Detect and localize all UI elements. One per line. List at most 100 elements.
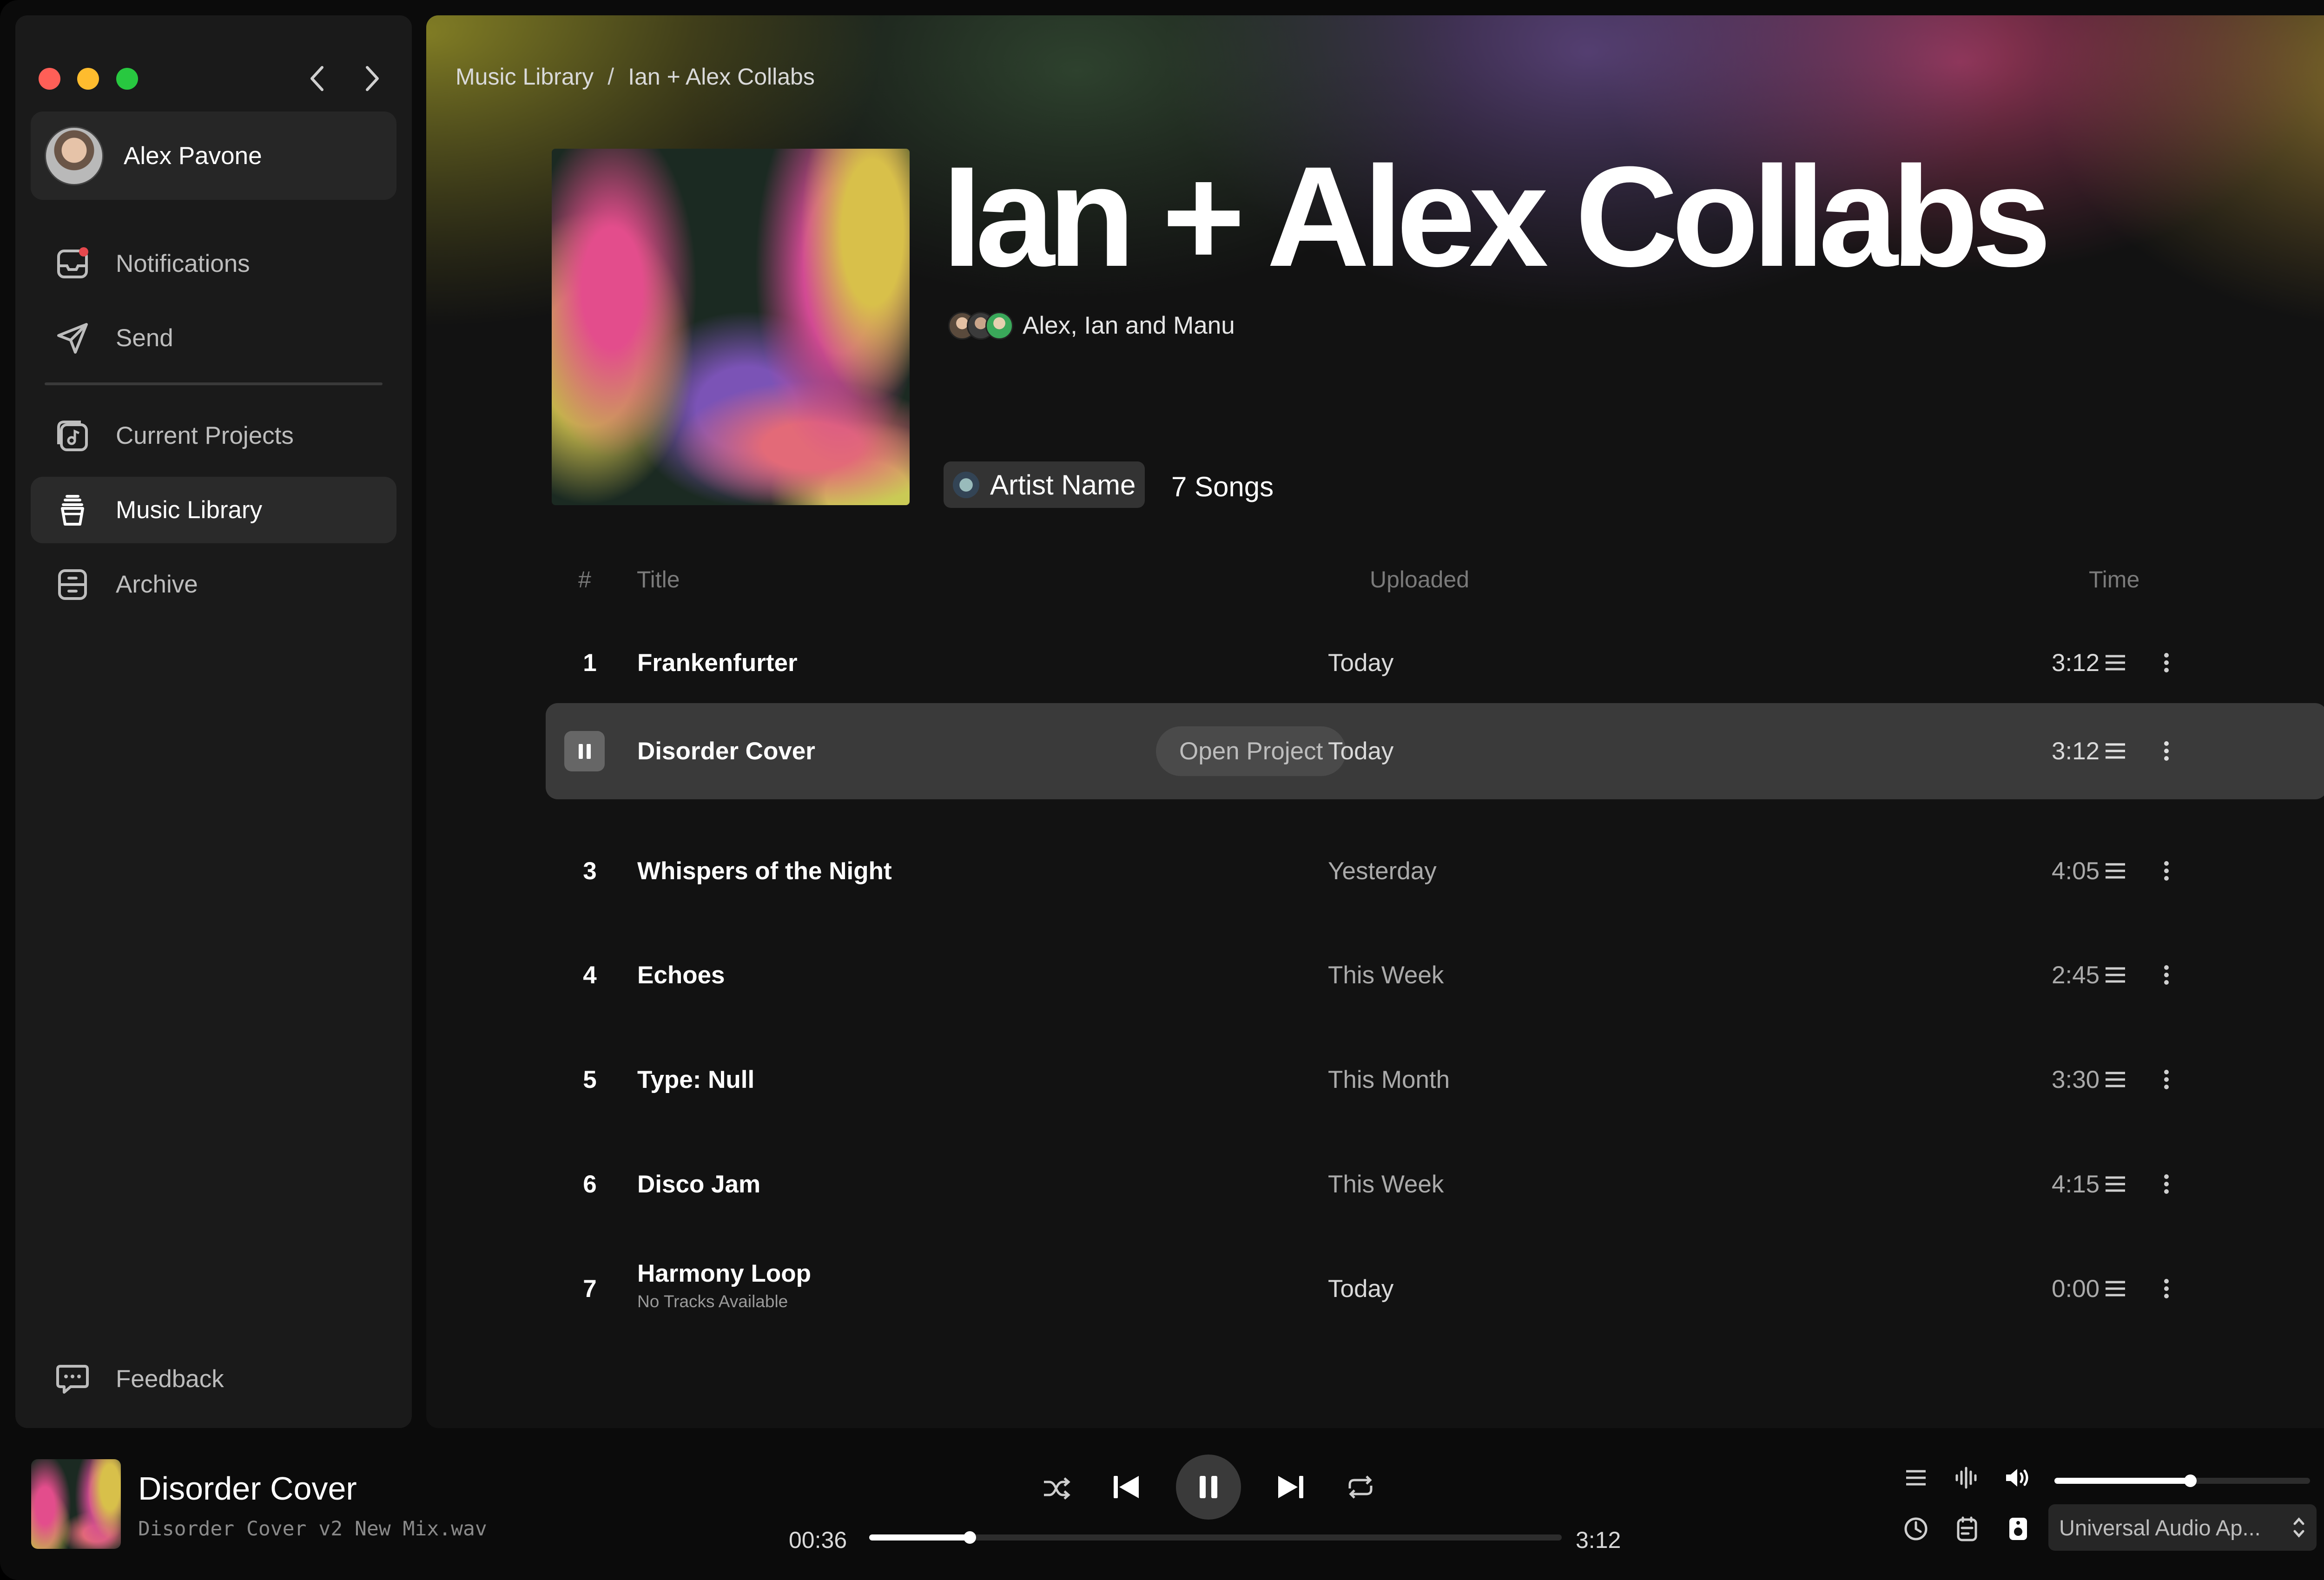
user-name: Alex Pavone — [124, 142, 262, 170]
volume-knob[interactable] — [2184, 1475, 2197, 1487]
table-row[interactable]: 6 Disco Jam This Week 4:15 — [546, 1136, 2324, 1232]
track-uploaded: Today — [1328, 649, 1394, 677]
column-header-time[interactable]: Time — [2089, 566, 2139, 593]
track-time: 3:30 — [2052, 1066, 2100, 1093]
track-title: Disorder Cover — [637, 737, 815, 765]
more-options-icon[interactable] — [2152, 857, 2180, 885]
table-row[interactable]: 3 Whispers of the Night Yesterday 4:05 — [546, 823, 2324, 919]
back-arrow-icon[interactable] — [299, 60, 336, 97]
repeat-icon[interactable] — [1342, 1468, 1379, 1506]
track-title: Type: Null — [637, 1066, 755, 1093]
library-icon — [61, 494, 84, 526]
close-window-button[interactable] — [39, 68, 60, 90]
queue-icon[interactable] — [2101, 649, 2129, 677]
artist-name: Artist Name — [990, 469, 1136, 500]
sidebar-item-label: Feedback — [116, 1365, 224, 1393]
volume-fill — [2054, 1478, 2190, 1484]
track-uploaded: This Month — [1328, 1066, 1450, 1093]
sidebar-item-label: Notifications — [116, 250, 250, 277]
queue-icon[interactable] — [2101, 1170, 2129, 1198]
play-pause-button[interactable] — [1176, 1455, 1241, 1520]
playback-progress-bar[interactable] — [869, 1531, 1562, 1544]
sidebar-item-label: Send — [116, 324, 173, 352]
track-number: 6 — [583, 1171, 597, 1198]
more-options-icon[interactable] — [2152, 649, 2180, 677]
queue-icon[interactable] — [2101, 1066, 2129, 1093]
minimize-window-button[interactable] — [77, 68, 99, 90]
breadcrumb-separator: / — [607, 64, 614, 90]
notes-icon[interactable] — [1951, 1513, 1983, 1545]
queue-icon[interactable] — [2101, 857, 2129, 885]
column-header-uploaded[interactable]: Uploaded — [1370, 566, 1469, 593]
maximize-window-button[interactable] — [116, 68, 138, 90]
sidebar-item-notifications[interactable]: Notifications — [31, 230, 396, 297]
more-options-icon[interactable] — [2152, 1066, 2180, 1093]
track-time: 4:05 — [2052, 857, 2100, 885]
track-uploaded: Yesterday — [1328, 857, 1437, 885]
forward-arrow-icon[interactable] — [353, 60, 390, 97]
table-row[interactable]: 7 Harmony Loop No Tracks Available Today… — [546, 1241, 2324, 1337]
sidebar-item-send[interactable]: Send — [31, 305, 396, 371]
user-profile-card[interactable]: Alex Pavone — [31, 112, 396, 200]
next-track-icon[interactable] — [1272, 1468, 1309, 1506]
sidebar-item-current-projects[interactable]: Current Projects — [31, 402, 396, 469]
queue-icon[interactable] — [2101, 1275, 2129, 1303]
audio-output-select[interactable]: Universal Audio Ap... — [2048, 1504, 2317, 1551]
track-title: Whispers of the Night — [637, 857, 892, 885]
sidebar-item-archive[interactable]: Archive — [31, 551, 396, 618]
table-row[interactable]: 4 Echoes This Week 2:45 — [546, 927, 2324, 1023]
track-title: Harmony Loop — [637, 1260, 811, 1287]
more-options-icon[interactable] — [2152, 1275, 2180, 1303]
table-row[interactable]: 1 Frankenfurter Today 3:12 — [546, 615, 2324, 711]
track-time: 2:45 — [2052, 961, 2100, 989]
track-number: 7 — [583, 1275, 597, 1303]
speaker-device-icon[interactable] — [2002, 1513, 2034, 1545]
collaborators: Alex, Ian and Manu — [948, 311, 1235, 340]
previous-track-icon[interactable] — [1108, 1468, 1145, 1506]
track-number: 5 — [583, 1066, 597, 1093]
track-time: 3:12 — [2052, 649, 2100, 677]
sidebar-item-music-library[interactable]: Music Library — [31, 477, 396, 543]
progress-knob[interactable] — [964, 1531, 977, 1544]
archive-icon — [58, 569, 87, 600]
track-time: 4:15 — [2052, 1171, 2100, 1198]
track-uploaded: Today — [1328, 1275, 1394, 1303]
shuffle-icon[interactable] — [1038, 1470, 1075, 1507]
now-playing-artwork[interactable] — [31, 1459, 121, 1549]
table-row[interactable]: 5 Type: Null This Month 3:30 — [546, 1032, 2324, 1128]
artist-badge[interactable]: Artist Name — [944, 461, 1145, 508]
queue-list-icon[interactable] — [1900, 1462, 1932, 1494]
more-options-icon[interactable] — [2152, 737, 2180, 765]
more-options-icon[interactable] — [2152, 1170, 2180, 1198]
more-options-icon[interactable] — [2152, 961, 2180, 989]
track-time: 0:00 — [2052, 1275, 2100, 1303]
row-pause-button[interactable] — [564, 731, 605, 771]
queue-icon[interactable] — [2101, 737, 2129, 765]
inbox-icon — [57, 247, 88, 278]
column-header-title[interactable]: Title — [637, 566, 680, 593]
volume-icon[interactable] — [2002, 1462, 2034, 1494]
now-playing-filename: Disorder Cover v2 New Mix.wav — [138, 1517, 487, 1540]
table-row-playing[interactable]: Disorder Cover Open Project Today 3:12 — [546, 703, 2324, 799]
feedback-icon — [56, 1364, 89, 1394]
track-time: 3:12 — [2052, 737, 2100, 765]
sidebar-item-label: Archive — [116, 571, 198, 598]
sidebar-item-feedback[interactable]: Feedback — [31, 1346, 396, 1412]
open-project-button[interactable]: Open Project — [1156, 726, 1347, 776]
breadcrumb-current: Ian + Alex Collabs — [628, 64, 815, 90]
track-title: Frankenfurter — [637, 649, 798, 677]
elapsed-time: 00:36 — [789, 1527, 847, 1553]
collaborator-avatar — [985, 311, 1013, 340]
audio-output-value: Universal Audio Ap... — [2059, 1515, 2261, 1540]
sidebar-item-label: Music Library — [116, 496, 263, 524]
waveform-icon[interactable] — [1951, 1462, 1983, 1494]
history-icon[interactable] — [1900, 1513, 1932, 1545]
volume-slider[interactable] — [2054, 1475, 2310, 1487]
queue-icon[interactable] — [2101, 961, 2129, 989]
track-uploaded: This Week — [1328, 961, 1444, 989]
breadcrumb-root[interactable]: Music Library — [456, 63, 594, 90]
projects-icon — [57, 420, 88, 451]
chevron-updown-icon — [2293, 1517, 2304, 1538]
sidebar: Alex Pavone Notifications Send Current P… — [15, 15, 412, 1428]
sidebar-item-label: Current Projects — [116, 422, 294, 449]
